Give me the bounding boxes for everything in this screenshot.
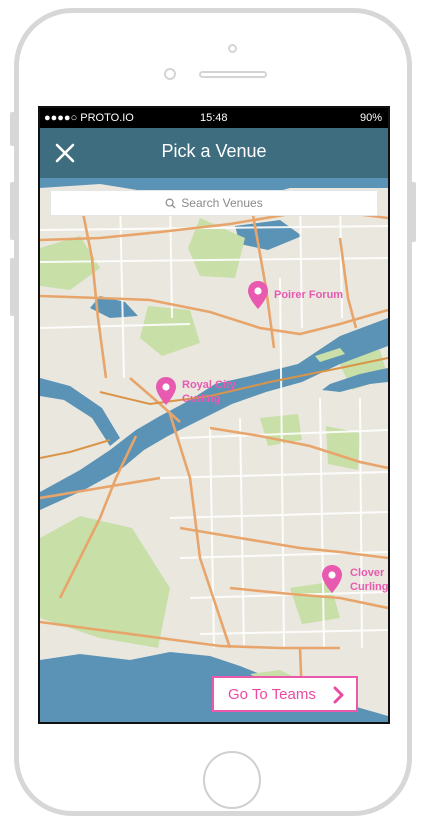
venue-label-poirer-forum[interactable]: Poirer Forum: [274, 288, 343, 302]
navigation-bar: Pick a Venue: [40, 128, 388, 178]
page-title: Pick a Venue: [161, 141, 267, 161]
map-pin-icon[interactable]: [320, 564, 344, 594]
volume-down-button: [10, 258, 15, 316]
chevron-right-icon: [333, 686, 344, 704]
search-icon: [165, 198, 176, 209]
home-button[interactable]: [203, 751, 261, 809]
close-icon[interactable]: [50, 138, 80, 168]
venue-label-clover-curling[interactable]: Clover Curling: [350, 566, 388, 594]
carrier-signal: ●●●●○ PROTO.IO: [44, 112, 134, 124]
venue-label-royal-city-curling[interactable]: Royal City Curling: [182, 378, 236, 406]
map-pin-icon[interactable]: [246, 280, 270, 310]
mute-switch: [10, 112, 15, 146]
search-venues-field[interactable]: Search Venues: [50, 190, 378, 216]
front-camera: [164, 68, 176, 80]
status-time: 15:48: [200, 112, 228, 124]
venue-map[interactable]: [40, 178, 388, 724]
go-to-teams-label: Go To Teams: [228, 685, 316, 703]
front-sensor: [228, 44, 237, 53]
earpiece-speaker: [199, 71, 267, 78]
volume-up-button: [10, 182, 15, 240]
status-bar: ●●●●○ PROTO.IO 15:48 90%: [40, 108, 388, 128]
app-screen: ●●●●○ PROTO.IO 15:48 90% Pick a Venue Se…: [38, 106, 390, 724]
go-to-teams-button[interactable]: Go To Teams: [212, 676, 358, 712]
power-button: [411, 182, 416, 242]
map-pin-icon[interactable]: [154, 376, 178, 406]
search-placeholder: Search Venues: [181, 196, 263, 210]
battery-level: 90%: [359, 112, 382, 124]
